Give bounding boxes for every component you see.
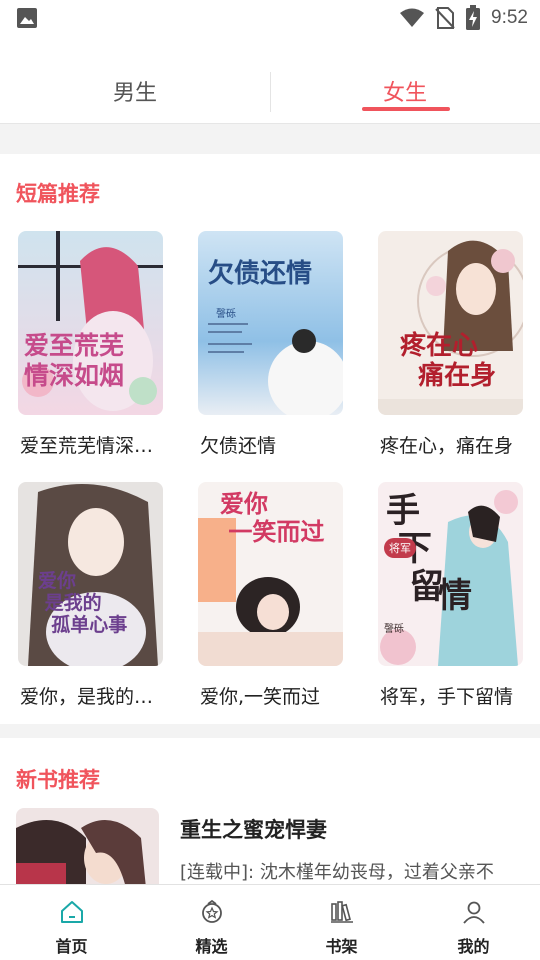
new-book-item[interactable]: 重生之蜜宠悍妻 [连载中]: 沈木槿年幼丧母，过着父亲不: [16, 808, 526, 888]
home-icon: [61, 901, 83, 923]
new-book-title: 重生之蜜宠悍妻: [180, 818, 327, 842]
image-icon: [17, 8, 37, 28]
status-bar: 9:52: [0, 0, 540, 36]
section-separator: [0, 724, 540, 738]
book-title: 爱你,一笑而过: [200, 686, 321, 708]
cover-author: 謦砾: [216, 309, 236, 320]
book-cover[interactable]: 爱至荒芜 情深如烟: [18, 231, 163, 415]
book-cover[interactable]: 爱你 一笑而过: [198, 482, 343, 666]
profile-icon: [463, 901, 485, 924]
gender-tabs: 男生 女生: [0, 66, 540, 124]
nav-label: 我的: [457, 937, 490, 956]
wifi-icon: [400, 8, 425, 27]
nav-label: 书架: [325, 937, 358, 956]
nav-label: 精选: [195, 937, 228, 956]
book-cover[interactable]: 爱你 是我的 孤单心事: [18, 482, 163, 666]
nav-home[interactable]: 首页: [4, 885, 139, 960]
nav-bookshelf[interactable]: 书架: [274, 885, 409, 960]
section-separator: [0, 124, 540, 154]
book-cover[interactable]: 欠债还情 謦砾: [198, 231, 343, 415]
clock: 9:52: [491, 7, 528, 28]
new-section-title: 新书推荐: [16, 768, 100, 792]
cover-author: 謦砾: [384, 624, 404, 635]
book-title: 疼在心，痛在身: [380, 435, 514, 457]
active-tab-indicator: [362, 107, 450, 111]
nav-label: 首页: [55, 937, 88, 956]
no-sim-icon: [435, 7, 455, 29]
tab-female[interactable]: 女生: [270, 66, 540, 122]
bookshelf-icon: [331, 901, 353, 923]
book-title: 欠债还情: [200, 435, 277, 457]
bottom-nav: 首页 精选 书架 我的: [0, 884, 540, 960]
nav-featured[interactable]: 精选: [144, 885, 279, 960]
book-title: 爱你，是我的…: [20, 686, 154, 708]
cover-tag: 将军: [384, 538, 416, 558]
nav-profile[interactable]: 我的: [406, 885, 540, 960]
new-book-description: [连载中]: 沈木槿年幼丧母，过着父亲不: [180, 862, 494, 883]
book-cover[interactable]: 疼在心 痛在身: [378, 231, 523, 415]
short-section-title: 短篇推荐: [16, 182, 100, 206]
book-cover[interactable]: 手 下 留 情 将军 謦砾: [378, 482, 523, 666]
featured-icon: [202, 899, 222, 923]
book-cover[interactable]: [16, 808, 159, 888]
battery-charging-icon: [466, 5, 481, 30]
tab-male[interactable]: 男生: [0, 66, 270, 122]
book-title: 爱至荒芜情深…: [20, 435, 154, 457]
book-title: 将军，手下留情: [380, 686, 514, 708]
